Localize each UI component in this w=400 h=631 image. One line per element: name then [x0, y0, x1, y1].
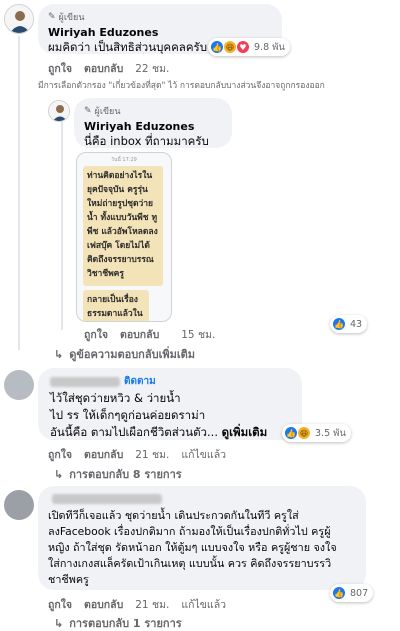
author-badge: ✎ ผู้เขียน — [84, 106, 121, 117]
reply-arrow-icon: ↳ — [54, 347, 64, 361]
inbox-message-2: กลายเป็นเรื่อง ธรรมดาแล้วใน โลกsocial — [83, 290, 149, 321]
comment-actions: ถูกใจ ตอบกลับ 22 ชม. — [48, 60, 169, 77]
thumbs-up-icon: 👍 — [332, 317, 346, 331]
reaction-summary[interactable]: 👍 😆 3.5 พัน — [282, 424, 351, 442]
phone-time: วันนี้ 17:29 — [111, 157, 137, 163]
reaction-summary[interactable]: 👍 43 — [330, 315, 368, 333]
thumbs-up-icon: 👍 — [332, 586, 346, 600]
commenter-name-redacted — [52, 494, 162, 504]
comment-bubble: ติดตาม ไว้ใส่ชุดว่ายหวิว & ว่ายน้ำ ไป รร… — [38, 368, 302, 440]
user-photo-icon — [49, 101, 69, 121]
comment-text: ไว้ใส่ชุดว่ายหวิว & ว่ายน้ำ ไป รร ให้เด็… — [50, 391, 268, 439]
thumbs-up-icon: 👍 — [210, 40, 224, 54]
reaction-count: 3.5 พัน — [315, 427, 346, 439]
reaction-summary[interactable]: 👍 😆 ♥ 9.8 พัน — [208, 38, 290, 56]
thread-line-reply — [61, 120, 63, 330]
like-button[interactable]: ถูกใจ — [48, 446, 72, 463]
reaction-count: 9.8 พัน — [254, 41, 285, 53]
reaction-summary[interactable]: 👍 807 — [330, 584, 374, 602]
reply-text: นี่คือ inbox ที่ถามมาครับ — [84, 134, 209, 148]
reaction-count: 43 — [350, 318, 363, 330]
like-button[interactable]: ถูกใจ — [84, 326, 108, 343]
comment-bubble: เปิดทีวีก็เจอแล้ว ชุดว่ายน้ำ เดินประกวดก… — [38, 486, 366, 590]
edited-label: แก้ไขแล้ว — [181, 449, 227, 461]
view-more-replies[interactable]: ↳ ดูข้อความตอบกลับเพิ่มเติม — [54, 345, 195, 363]
avatar[interactable] — [4, 370, 34, 400]
view-replies[interactable]: ↳ การตอบกลับ 8 รายการ — [54, 465, 182, 483]
follow-button[interactable]: ติดตาม — [124, 374, 156, 389]
like-button[interactable]: ถูกใจ — [48, 596, 72, 613]
edited-label: แก้ไขแล้ว — [181, 599, 227, 611]
reply-button[interactable]: ตอบกลับ — [84, 446, 123, 463]
like-button[interactable]: ถูกใจ — [48, 60, 72, 77]
avatar[interactable] — [4, 490, 34, 520]
reaction-count: 807 — [350, 587, 369, 599]
timestamp[interactable]: 15 ชม. — [181, 326, 215, 343]
comment-text: เปิดทีวีก็เจอแล้ว ชุดว่ายน้ำ เดินประกวดก… — [48, 509, 337, 586]
reply-bubble: ✎ ผู้เขียน Wiriyah Eduzones นี่คือ inbox… — [74, 98, 232, 148]
filter-note: มีการเลือกตัวกรอง "เกี่ยวข้องที่สุด" ไว้… — [38, 81, 325, 91]
comment-actions: ถูกใจ ตอบกลับ 21 ชม. แก้ไขแล้ว — [48, 446, 226, 463]
reply-button[interactable]: ตอบกลับ — [84, 596, 123, 613]
author-badge: ✎ ผู้เขียน — [48, 12, 85, 23]
see-more-link[interactable]: ดูเพิ่มเติม — [222, 425, 268, 439]
avatar[interactable] — [4, 4, 34, 34]
avatar[interactable] — [48, 100, 70, 122]
inbox-message-1: ท่านคิดอย่างไรใน ยุคปัจจุบัน ครูรุ่น ใหม… — [83, 166, 163, 286]
reply-button[interactable]: ตอบกลับ — [84, 60, 123, 77]
reply-arrow-icon: ↳ — [54, 616, 64, 630]
reply-actions: ถูกใจ ตอบกลับ 15 ชม. — [84, 326, 215, 343]
timestamp[interactable]: 21 ชม. — [135, 446, 169, 463]
heart-icon: ♥ — [236, 40, 250, 54]
commenter-name[interactable]: Wiriyah Eduzones — [84, 120, 222, 133]
timestamp[interactable]: 21 ชม. — [135, 596, 169, 613]
thread-line-main — [18, 36, 20, 350]
attached-screenshot[interactable]: วันนี้ 17:29 ท่านคิดอย่างไรใน ยุคปัจจุบั… — [76, 152, 172, 322]
pen-icon: ✎ — [84, 106, 92, 116]
user-photo-icon — [5, 5, 33, 33]
comment-actions: ถูกใจ ตอบกลับ 21 ชม. แก้ไขแล้ว — [48, 596, 226, 613]
thumbs-up-icon: 👍 — [284, 426, 298, 440]
reply-button[interactable]: ตอบกลับ — [120, 326, 159, 343]
pen-icon: ✎ — [48, 12, 56, 22]
laugh-icon: 😆 — [223, 40, 237, 54]
timestamp[interactable]: 22 ชม. — [135, 60, 169, 77]
commenter-name-redacted — [50, 376, 120, 387]
reply-arrow-icon: ↳ — [54, 467, 64, 481]
view-replies[interactable]: ↳ การตอบกลับ 1 รายการ — [54, 614, 182, 631]
laugh-icon: 😆 — [297, 426, 311, 440]
